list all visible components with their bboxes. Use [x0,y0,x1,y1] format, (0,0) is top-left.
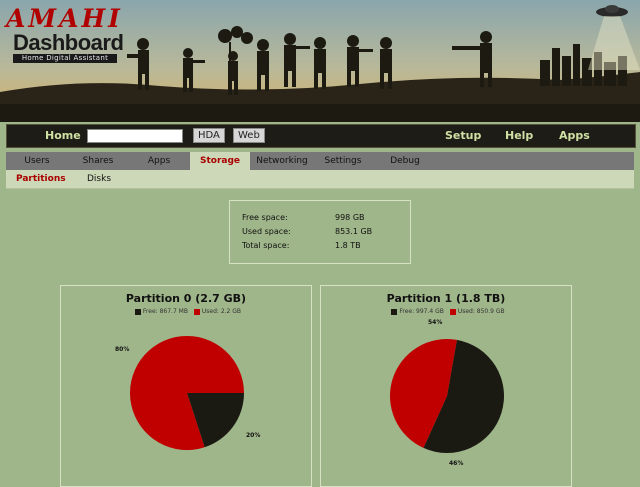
subtab-partitions[interactable]: Partitions [16,170,66,188]
web-button[interactable]: Web [233,128,265,143]
used-space-label: Used space: [242,227,291,236]
free-space-value: 998 GB [335,213,365,222]
used-space-value: 853.1 GB [335,227,373,236]
tab-users[interactable]: Users [14,152,60,170]
partition-panel: Partition 0 (2.7 GB) Free: 867.7 MB Used… [60,285,312,487]
hda-button[interactable]: HDA [193,128,225,143]
used-percent-label: 46% [449,460,464,467]
total-space-label: Total space: [242,241,290,250]
total-space-value: 1.8 TB [335,241,361,250]
free-percent-label: 20% [246,432,261,439]
partition-pie-chart [130,336,244,450]
subtab-disks[interactable]: Disks [87,170,111,188]
top-navigation: Home HDA Web Setup Help Apps [6,124,636,148]
tab-storage[interactable]: Storage [190,152,250,170]
partition-pie-chart [390,339,505,453]
tab-settings[interactable]: Settings [320,152,366,170]
partition-panel: Partition 1 (1.8 TB) Free: 997.4 GB Used… [320,285,572,487]
subtab-bar: Partitions Disks [6,170,634,189]
tab-apps[interactable]: Apps [136,152,182,170]
tab-debug[interactable]: Debug [382,152,428,170]
nav-home-link[interactable]: Home [45,129,81,142]
storage-summary: Free space: 998 GB Used space: 853.1 GB … [229,200,411,264]
nav-setup-link[interactable]: Setup [445,129,481,142]
nav-help-link[interactable]: Help [505,129,533,142]
logo-subtitle: Dashboard [13,30,124,55]
free-space-label: Free space: [242,213,288,222]
tab-networking[interactable]: Networking [256,152,308,170]
used-percent-label: 80% [115,346,130,353]
logo-title: AMAHI [6,4,123,33]
logo-tagline: Home Digital Assistant [13,54,117,63]
header-banner: AMAHI Dashboard Home Digital Assistant [0,0,640,122]
tab-bar: Users Shares Apps Storage Networking Set… [6,152,634,170]
nav-apps-link[interactable]: Apps [559,129,590,142]
free-percent-label: 54% [428,319,443,326]
tab-shares[interactable]: Shares [74,152,122,170]
search-input[interactable] [87,129,183,143]
